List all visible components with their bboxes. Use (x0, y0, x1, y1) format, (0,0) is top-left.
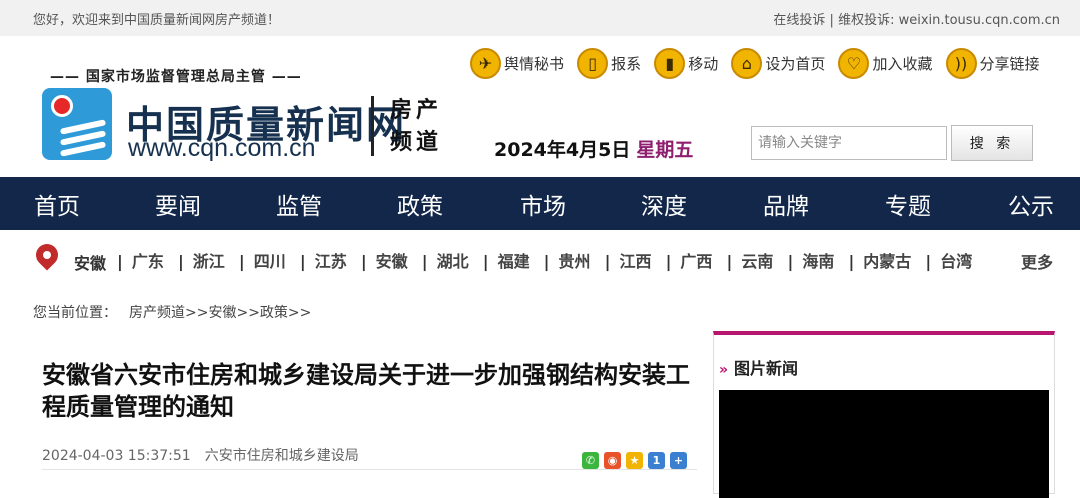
rss-icon: )) (945, 48, 977, 79)
region-item[interactable]: 海南 (802, 252, 834, 271)
tool-label: 报系 (611, 55, 642, 73)
site-url[interactable]: www.cqn.com.cn (128, 134, 316, 163)
welcome-text: 您好，欢迎来到中国质量新闻网房产频道！ (33, 13, 281, 28)
tool-add-favorite[interactable]: ♡ 加入收藏 (838, 48, 932, 79)
tool-mobile[interactable]: ▮ 移动 (654, 48, 718, 79)
nav-item-depth[interactable]: 深度 (641, 187, 687, 221)
header-divider (371, 96, 374, 156)
nav-item-brand[interactable]: 品牌 (763, 187, 809, 221)
tool-label: 设为首页 (765, 55, 826, 73)
article-meta: 2024-04-03 15:37:51 六安市住房和城乡建设局 (42, 445, 359, 465)
region-item[interactable]: 云南 (741, 252, 773, 271)
article-datetime: 2024-04-03 15:37:51 (42, 448, 191, 464)
current-date: 2024年4月5日 星期五 (494, 135, 693, 162)
picture-news-panel: » 图片新闻 (713, 331, 1055, 498)
wechat-share-icon[interactable]: ✆ (582, 452, 599, 469)
mobile-icon: ▮ (654, 48, 686, 79)
online-complaint-link[interactable]: 在线投诉 (773, 13, 825, 28)
region-item[interactable]: 内蒙古 (863, 252, 911, 271)
tool-set-homepage[interactable]: ⌂ 设为首页 (731, 48, 825, 79)
qzone-share-icon[interactable]: ★ (626, 452, 643, 469)
channel-line: 房产 (390, 97, 443, 123)
main-nav: 首页 要闻 监管 政策 市场 深度 品牌 专题 公示 (0, 177, 1080, 230)
top-bar: 您好，欢迎来到中国质量新闻网房产频道！ 在线投诉 | 维权投诉: weixin.… (0, 0, 1080, 36)
complaint-separator: | (829, 13, 834, 28)
tool-opinion-secretary[interactable]: ✈ 舆情秘书 (470, 48, 564, 79)
region-more-link[interactable]: 更多 (1021, 249, 1053, 273)
search-input[interactable] (751, 126, 947, 160)
heart-icon: ♡ (838, 48, 870, 79)
date-text: 2024年4月5日 (494, 139, 631, 161)
channel-name: 房产 频道 (390, 94, 450, 158)
search-button[interactable]: 搜 索 (951, 125, 1033, 161)
tool-label: 加入收藏 (872, 55, 933, 73)
region-item[interactable]: 浙江 (193, 252, 225, 271)
picture-news-heading: » 图片新闻 (719, 355, 798, 379)
tool-label: 分享链接 (979, 55, 1040, 73)
document-icon: ▯ (577, 48, 609, 79)
region-item[interactable]: 贵州 (559, 252, 591, 271)
breadcrumb: 您当前位置： 房产频道>>安徽>>政策>> (33, 302, 311, 322)
share-buttons: ✆ ◉ ★ 1 + (582, 450, 692, 469)
region-item[interactable]: 福建 (498, 252, 530, 271)
article-title: 安徽省六安市住房和城乡建设局关于进一步加强钢结构安装工程质量管理的通知 (42, 361, 690, 421)
region-bar: 安徽 | 广东 | 浙江 | 四川 | 江苏 | 安徽 | 湖北 | 福建 | 贵州 | 江西 |… (0, 230, 1080, 288)
region-item[interactable]: 江苏 (315, 252, 347, 271)
share-more-icon[interactable]: + (670, 452, 687, 469)
rights-complaint-link[interactable]: 维权投诉: weixin.tousu.cqn.com.cn (838, 13, 1060, 28)
article-source: 六安市住房和城乡建设局 (204, 448, 359, 464)
home-icon: ⌂ (731, 48, 763, 79)
picture-news-title: 图片新闻 (734, 359, 799, 378)
picture-news-image[interactable] (719, 390, 1049, 498)
nav-item-notices[interactable]: 公示 (1008, 187, 1054, 221)
tool-share-link[interactable]: )) 分享链接 (945, 48, 1040, 79)
region-item[interactable]: 湖北 (437, 252, 469, 271)
complaint-links: 在线投诉 | 维权投诉: weixin.tousu.cqn.com.cn (773, 9, 1060, 28)
region-item[interactable]: 江西 (619, 252, 651, 271)
site-logo-icon[interactable] (42, 88, 112, 160)
current-region: 安徽 (74, 254, 107, 273)
breadcrumb-label: 您当前位置： (33, 305, 117, 321)
breadcrumb-path[interactable]: 房产频道>>安徽>>政策>> (129, 305, 311, 321)
weekday-text: 星期五 (636, 139, 694, 161)
channel-line: 频道 (390, 129, 443, 155)
region-item[interactable]: 台湾 (940, 252, 972, 271)
meta-divider (42, 469, 697, 470)
nav-item-topics[interactable]: 专题 (885, 187, 931, 221)
region-list: | 广东 | 浙江 | 四川 | 江苏 | 安徽 | 湖北 | 福建 | 贵州 | 江西 | 广西 … (117, 252, 973, 271)
header-toolbar: ✈ 舆情秘书 ▯ 报系 ▮ 移动 ⌂ 设为首页 ♡ 加入收藏 )) 分享链接 (470, 48, 1048, 82)
nav-item-headlines[interactable]: 要闻 (155, 187, 201, 221)
region-item[interactable]: 广西 (680, 252, 712, 271)
tool-newspaper[interactable]: ▯ 报系 (577, 48, 641, 79)
double-arrow-icon: » (719, 362, 729, 378)
region-item[interactable]: 安徽 (376, 252, 408, 271)
location-pin-icon (31, 239, 63, 271)
nav-item-home[interactable]: 首页 (34, 187, 80, 221)
tool-label: 移动 (688, 55, 719, 73)
weibo-share-icon[interactable]: ◉ (604, 452, 621, 469)
bird-icon: ✈ (470, 48, 501, 79)
tool-label: 舆情秘书 (504, 55, 565, 73)
share-count-icon[interactable]: 1 (648, 452, 665, 469)
site-header: —— 国家市场监督管理总局主管 —— 中国质量新闻网 www.cqn.com.c… (0, 36, 1080, 177)
nav-item-market[interactable]: 市场 (520, 187, 566, 221)
supervisor-text: —— 国家市场监督管理总局主管 —— (50, 69, 302, 85)
nav-item-supervision[interactable]: 监管 (276, 187, 322, 221)
logo-q-mark (51, 95, 73, 117)
nav-item-policy[interactable]: 政策 (397, 187, 443, 221)
region-item[interactable]: 四川 (254, 252, 286, 271)
region-item[interactable]: 广东 (132, 252, 164, 271)
